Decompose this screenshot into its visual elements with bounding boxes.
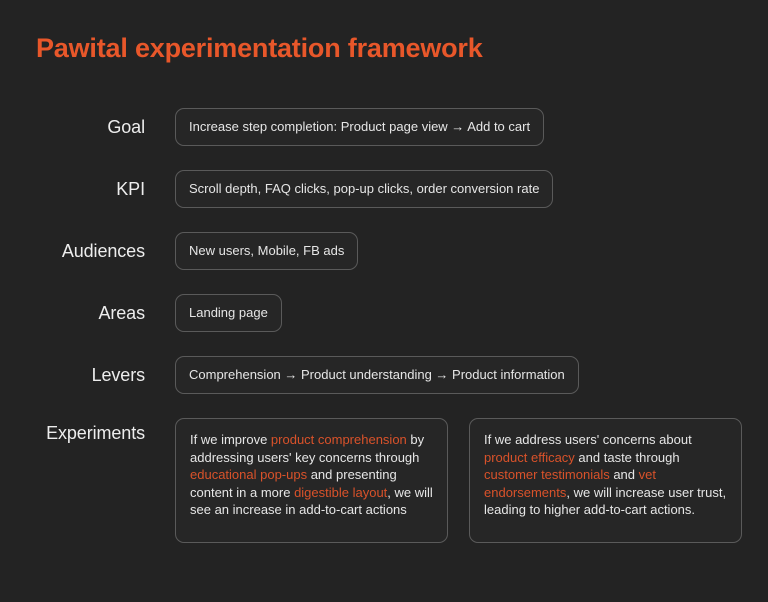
row-label-levers: Levers <box>91 365 146 385</box>
row-label-areas: Areas <box>98 303 145 323</box>
highlighted-text: product comprehension <box>270 432 407 447</box>
body-text: If we address users' concerns about <box>484 432 692 447</box>
row-label-audiences: Audiences <box>61 241 145 261</box>
field-areas-0[interactable]: Landing page <box>175 294 282 332</box>
page-title: Pawital experimentation framework <box>36 33 483 63</box>
row-fields-audiences: New users, Mobile, FB ads <box>175 232 359 270</box>
row-label-experiments: Experiments <box>46 423 145 443</box>
field-kpi-0[interactable]: Scroll depth, FAQ clicks, pop-up clicks,… <box>175 170 554 208</box>
experiment-card-2[interactable]: If we address users' concerns about prod… <box>469 418 742 543</box>
row-label-kpi: KPI <box>116 179 145 199</box>
framework-row-goal: Goal Increase step completion: Product p… <box>0 108 768 146</box>
highlighted-text: educational pop-ups <box>190 467 308 483</box>
framework-row-levers: Levers Comprehension → Product understan… <box>0 356 768 394</box>
row-fields-experiments: If we improve product comprehension by a… <box>175 418 742 543</box>
field-audiences-0[interactable]: New users, Mobile, FB ads <box>175 232 359 270</box>
highlighted-text: digestible layout <box>294 484 388 500</box>
framework-row-areas: Areas Landing page <box>0 294 768 332</box>
field-levers-0[interactable]: Comprehension → Product understanding → … <box>175 356 579 394</box>
row-fields-areas: Landing page <box>175 294 282 332</box>
framework-row-audiences: Audiences New users, Mobile, FB ads <box>0 232 768 270</box>
framework-row-kpi: KPI Scroll depth, FAQ clicks, pop-up cli… <box>0 170 768 208</box>
row-label-goal: Goal <box>107 117 145 137</box>
framework-row-experiments: Experiments If we improve product compre… <box>0 418 768 543</box>
body-text: and taste through <box>574 449 680 465</box>
framework-rows: Goal Increase step completion: Product p… <box>0 108 768 567</box>
row-fields-levers: Comprehension → Product understanding → … <box>175 356 579 394</box>
row-fields-kpi: Scroll depth, FAQ clicks, pop-up clicks,… <box>175 170 554 208</box>
body-text: and <box>609 467 639 483</box>
row-fields-goal: Increase step completion: Product page v… <box>175 108 545 146</box>
highlighted-text: product efficacy <box>484 449 575 465</box>
field-goal-0[interactable]: Increase step completion: Product page v… <box>175 108 545 146</box>
body-text: If we improve <box>190 432 271 447</box>
experiment-card-1[interactable]: If we improve product comprehension by a… <box>175 418 448 543</box>
highlighted-text: customer testimonials <box>484 467 610 483</box>
